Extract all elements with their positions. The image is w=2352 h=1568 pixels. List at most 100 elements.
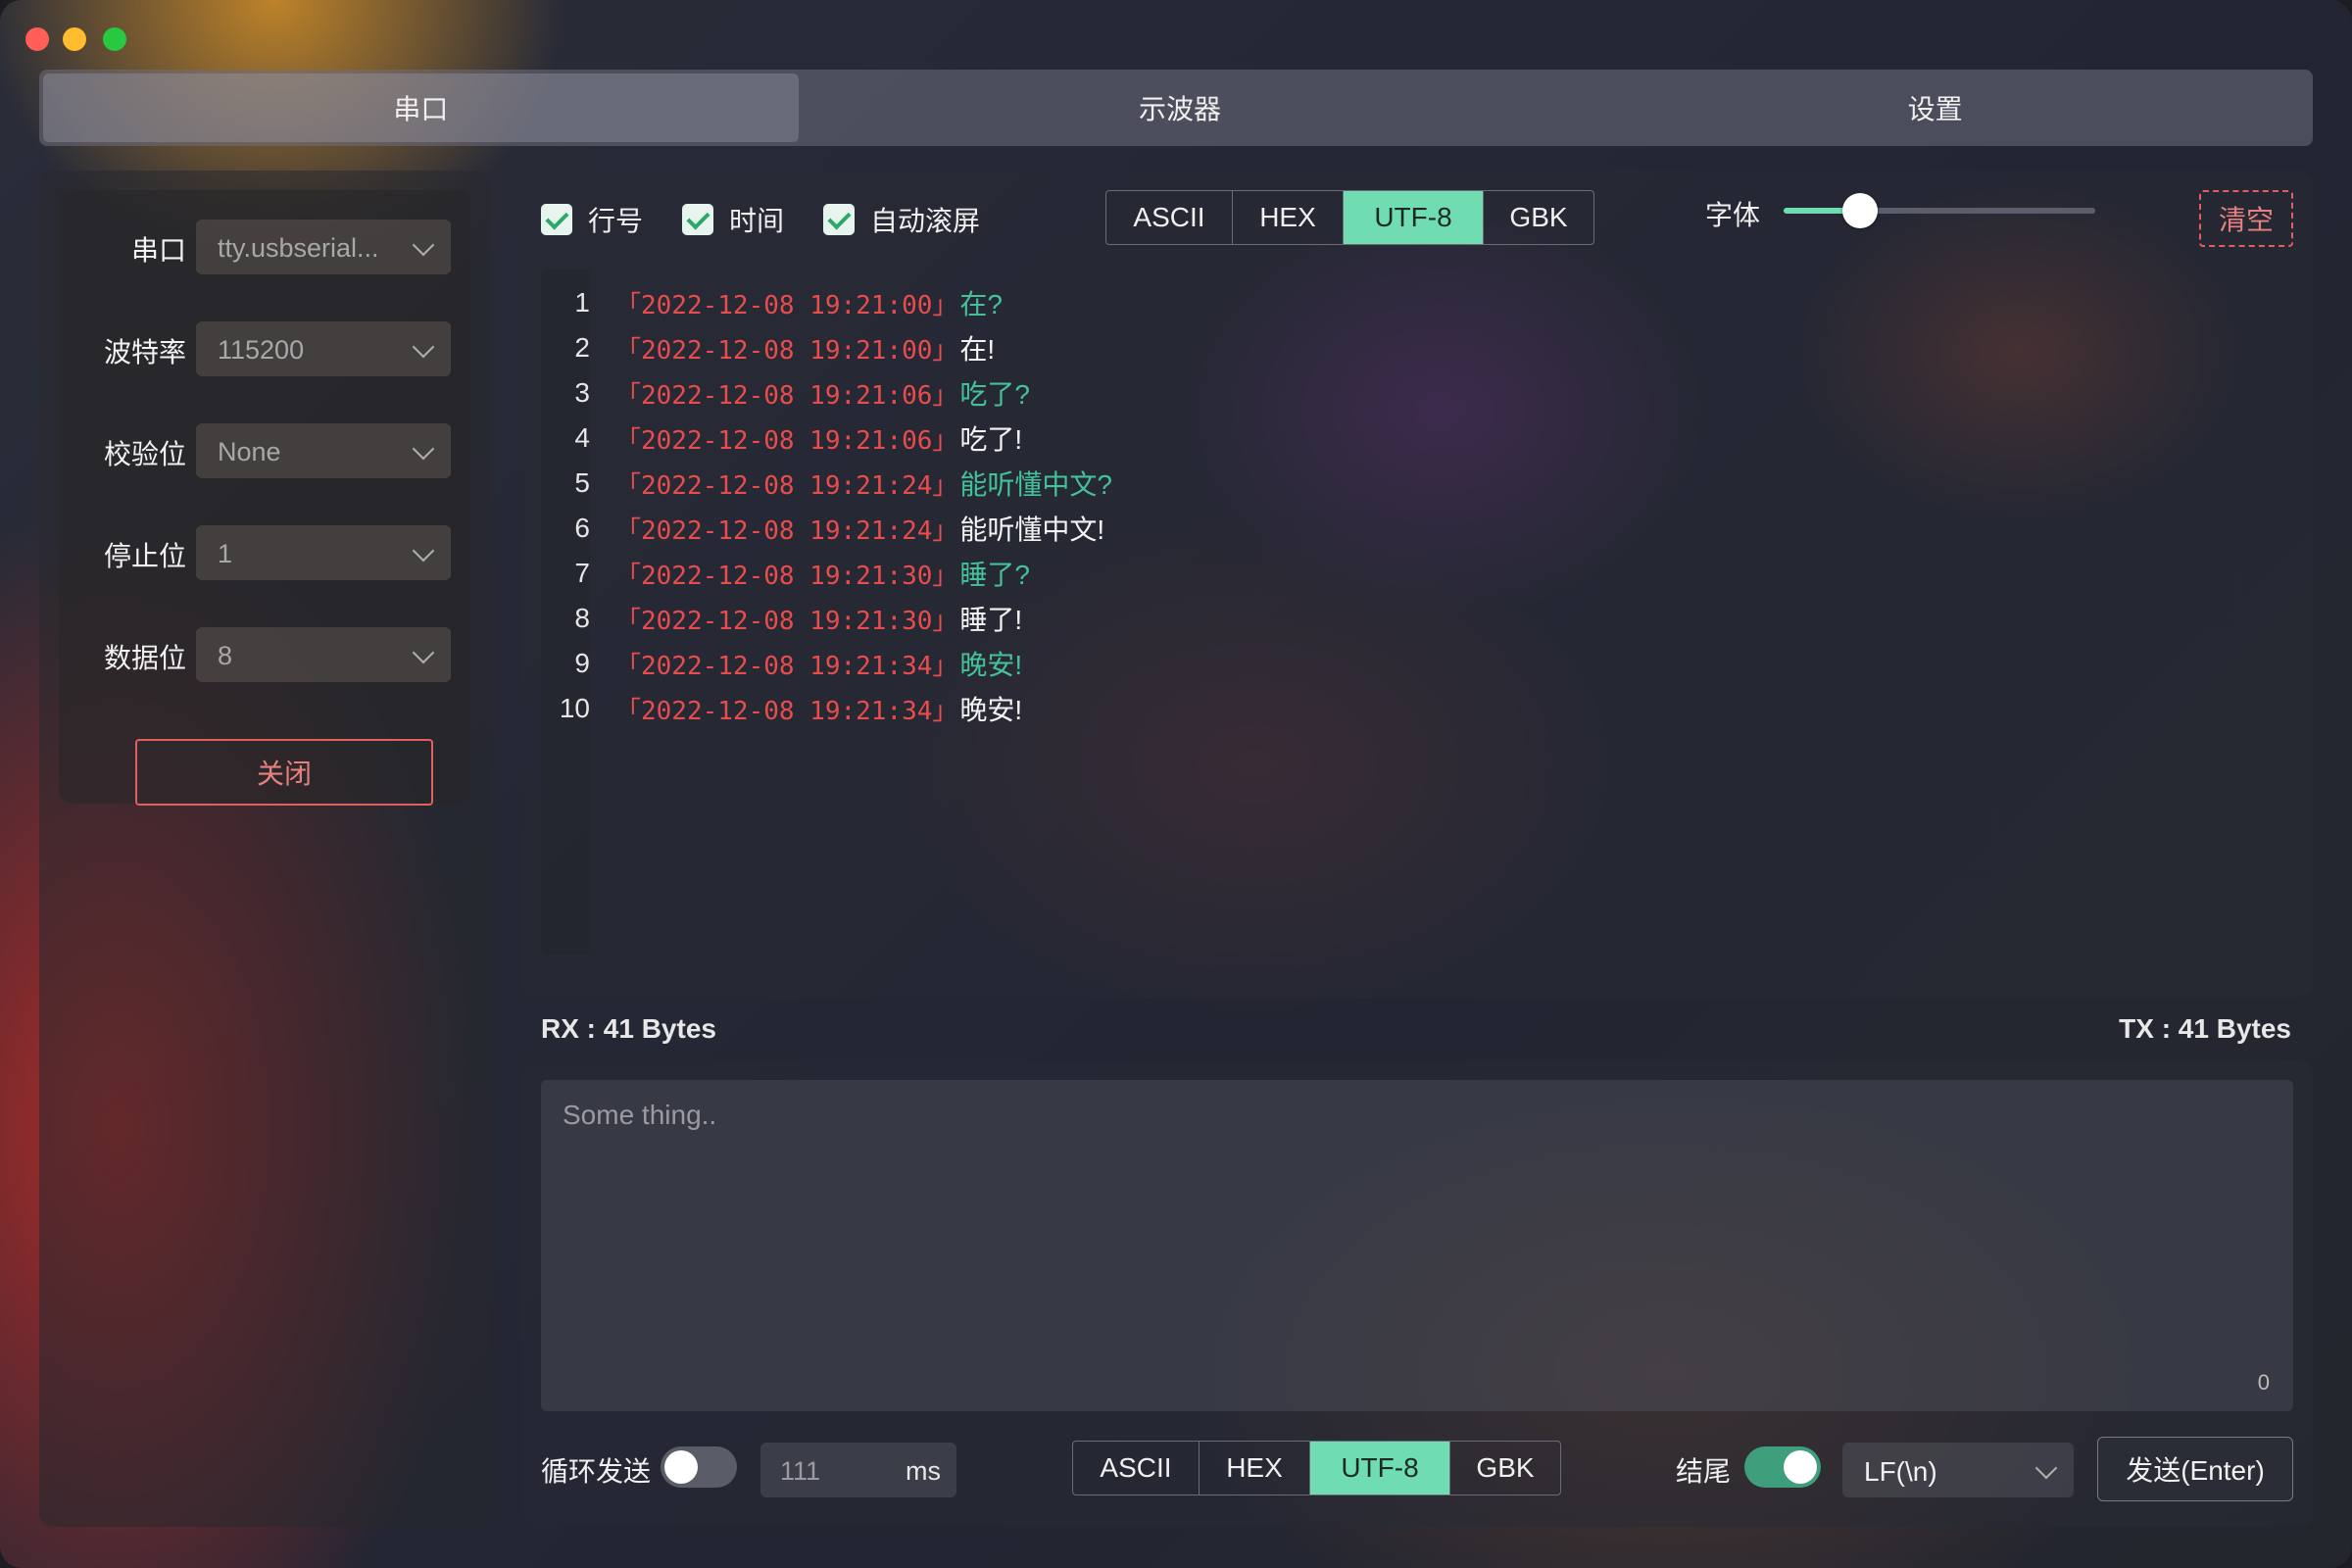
log-timestamp: 「2022-12-08 19:21:34」: [615, 696, 958, 726]
log-line: 4 「2022-12-08 19:21:06」 吃了!: [541, 416, 1112, 461]
line-number-checkbox[interactable]: 行号: [541, 200, 643, 239]
autoscroll-label: 自动滚屏: [870, 206, 981, 236]
baudrate-label: 波特率: [103, 337, 186, 368]
font-size-slider-thumb[interactable]: [1841, 193, 1878, 228]
receive-encoding-utf8[interactable]: UTF-8: [1344, 191, 1484, 244]
loop-send-toggle[interactable]: [661, 1446, 737, 1488]
loop-interval-value: 111: [780, 1456, 821, 1486]
baudrate-field: 波特率 115200: [59, 321, 470, 376]
font-size-label: 字体: [1705, 200, 1761, 230]
log-line-number: 5: [574, 467, 590, 498]
clear-button[interactable]: 清空: [2199, 190, 2293, 247]
log-line: 7 「2022-12-08 19:21:30」 睡了?: [541, 551, 1112, 596]
databits-label: 数据位: [103, 643, 186, 673]
send-encoding-ascii[interactable]: ASCII: [1073, 1442, 1200, 1494]
send-button[interactable]: 发送(Enter): [2097, 1437, 2293, 1501]
log-line: 8 「2022-12-08 19:21:30」 睡了!: [541, 596, 1112, 641]
log-received-message: 能听懂中文?: [959, 469, 1112, 500]
log-received-message: 吃了?: [959, 379, 1030, 410]
log-line-number: 9: [574, 648, 590, 678]
chevron-down-icon: [412, 335, 435, 359]
parity-value: None: [218, 437, 281, 466]
log-timestamp: 「2022-12-08 19:21:00」: [615, 335, 958, 366]
font-size-slider-fill: [1784, 208, 1846, 214]
log-line: 2 「2022-12-08 19:21:00」 在!: [541, 325, 1112, 370]
tab-settings[interactable]: 设置: [1557, 70, 2313, 146]
checkbox-checked-icon: [682, 204, 713, 235]
send-input-placeholder: Some thing..: [563, 1100, 717, 1130]
chevron-down-icon: [2034, 1456, 2058, 1480]
baudrate-select[interactable]: 115200: [196, 321, 451, 376]
timestamp-label: 时间: [729, 206, 785, 236]
toggle-knob: [1784, 1450, 1817, 1484]
log-timestamp: 「2022-12-08 19:21:24」: [615, 470, 958, 501]
port-select[interactable]: tty.usbserial...: [196, 220, 451, 274]
chevron-down-icon: [412, 437, 435, 461]
receive-encoding-ascii[interactable]: ASCII: [1106, 191, 1233, 244]
databits-field: 数据位 8: [59, 627, 470, 682]
checkbox-checked-icon: [823, 204, 855, 235]
log-line: 6 「2022-12-08 19:21:24」 能听懂中文!: [541, 506, 1112, 551]
send-input[interactable]: Some thing.. 0: [541, 1080, 2293, 1411]
receive-panel: 行号 时间 自动滚屏 ASCII HEX UTF-8 GBK 字体 清空 1 「2…: [521, 171, 2313, 998]
close-window-icon[interactable]: [25, 27, 49, 51]
tab-oscilloscope[interactable]: 示波器: [803, 70, 1558, 146]
databits-select[interactable]: 8: [196, 627, 451, 682]
receive-log: 1 「2022-12-08 19:21:00」 在? 2 「2022-12-08 19:…: [541, 280, 1112, 731]
log-received-message: 晚安!: [959, 650, 1023, 680]
close-port-button[interactable]: 关闭: [135, 739, 433, 806]
log-line-number: 3: [574, 377, 590, 408]
send-panel: Some thing.. 0 循环发送 111 ms ASCII HEX UTF…: [521, 1060, 2313, 1527]
toggle-knob: [664, 1450, 698, 1484]
font-size-slider[interactable]: [1784, 193, 2095, 228]
chevron-down-icon: [412, 539, 435, 563]
log-sent-message: 在!: [959, 334, 996, 365]
loop-interval-input[interactable]: 111 ms: [760, 1443, 956, 1497]
stopbits-value: 1: [218, 539, 233, 568]
log-timestamp: 「2022-12-08 19:21:30」: [615, 561, 958, 591]
log-sent-message: 吃了!: [959, 424, 1023, 455]
line-number-label: 行号: [588, 206, 644, 236]
baudrate-value: 115200: [218, 335, 305, 365]
log-line-number: 8: [574, 603, 590, 633]
log-timestamp: 「2022-12-08 19:21:34」: [615, 651, 958, 681]
autoscroll-checkbox[interactable]: 自动滚屏: [823, 200, 980, 239]
rx-byte-count: RX : 41 Bytes: [541, 1013, 716, 1044]
parity-select[interactable]: None: [196, 423, 451, 478]
stopbits-field: 停止位 1: [59, 525, 470, 580]
chevron-down-icon: [412, 641, 435, 664]
receive-encoding-selector: ASCII HEX UTF-8 GBK: [1105, 190, 1594, 245]
line-ending-toggle[interactable]: [1744, 1446, 1821, 1488]
tab-serial[interactable]: 串口: [43, 74, 799, 142]
log-timestamp: 「2022-12-08 19:21:24」: [615, 515, 958, 546]
log-line-number: 2: [574, 332, 590, 363]
receive-encoding-gbk[interactable]: GBK: [1484, 191, 1593, 244]
line-ending-select[interactable]: LF(\n): [1842, 1443, 2074, 1497]
log-sent-message: 睡了!: [959, 605, 1023, 635]
log-timestamp: 「2022-12-08 19:21:06」: [615, 425, 958, 456]
log-line-number: 7: [574, 558, 590, 588]
line-ending-value: LF(\n): [1864, 1456, 1937, 1487]
tx-byte-count: TX : 41 Bytes: [2119, 1013, 2291, 1044]
parity-field: 校验位 None: [59, 423, 470, 478]
char-counter: 0: [2257, 1370, 2270, 1395]
stopbits-select[interactable]: 1: [196, 525, 451, 580]
log-received-message: 睡了?: [959, 560, 1030, 590]
zoom-window-icon[interactable]: [103, 27, 126, 51]
send-encoding-hex[interactable]: HEX: [1200, 1442, 1310, 1494]
log-timestamp: 「2022-12-08 19:21:00」: [615, 290, 958, 320]
log-line-number: 1: [574, 287, 590, 318]
minimize-window-icon[interactable]: [63, 27, 86, 51]
app-window: 串口 示波器 设置 串口 tty.usbserial... 波特率 115200…: [0, 0, 2352, 1568]
log-line: 3 「2022-12-08 19:21:06」 吃了?: [541, 370, 1112, 416]
timestamp-checkbox[interactable]: 时间: [682, 200, 784, 239]
serial-config-panel: 串口 tty.usbserial... 波特率 115200 校验位 None: [39, 171, 490, 1527]
send-encoding-utf8[interactable]: UTF-8: [1310, 1442, 1450, 1494]
log-timestamp: 「2022-12-08 19:21:06」: [615, 380, 958, 411]
line-ending-label: 结尾: [1676, 1456, 1732, 1487]
serial-config-form: 串口 tty.usbserial... 波特率 115200 校验位 None: [59, 190, 470, 806]
stopbits-label: 停止位: [103, 541, 186, 571]
receive-encoding-hex[interactable]: HEX: [1233, 191, 1344, 244]
send-encoding-gbk[interactable]: GBK: [1450, 1442, 1560, 1494]
log-line: 5 「2022-12-08 19:21:24」 能听懂中文?: [541, 461, 1112, 506]
